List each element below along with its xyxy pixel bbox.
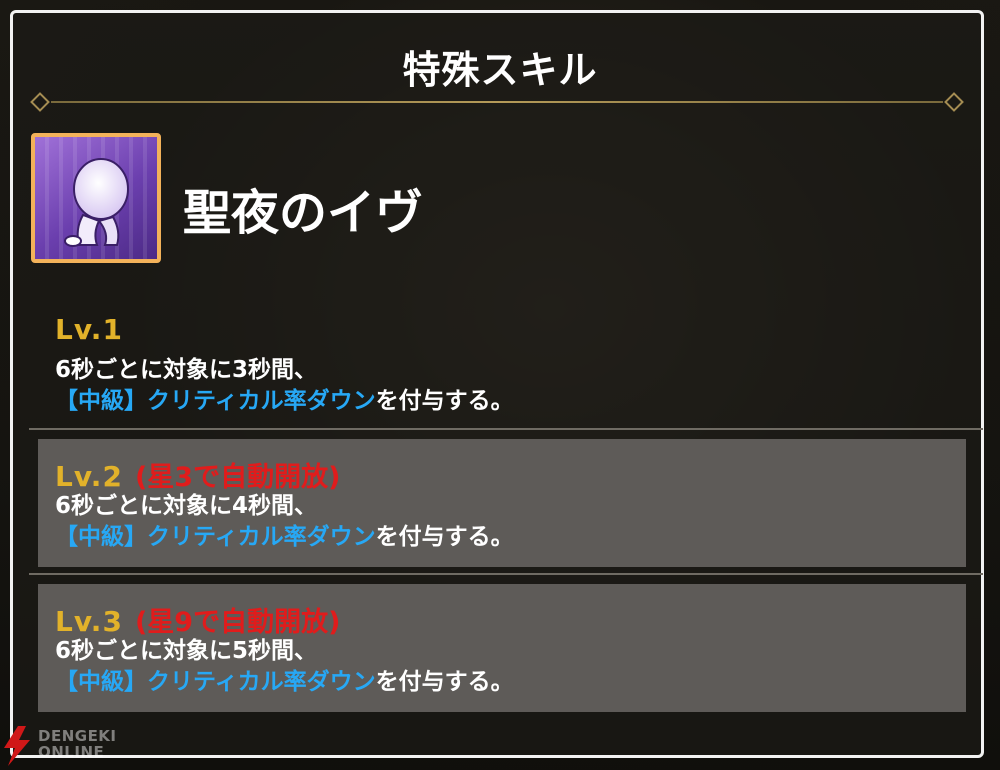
title-divider <box>29 92 965 112</box>
level-effect-line: 【中級】クリティカル率ダウンを付与する。 <box>55 667 514 698</box>
skill-level-2: Lv.2 (星3で自動開放) 6秒ごとに対象に4秒間、 【中級】クリティカル率ダ… <box>38 439 966 567</box>
level-description: 6秒ごとに対象に5秒間、 <box>55 638 318 664</box>
effect-name: 【中級】クリティカル率ダウン <box>55 669 376 695</box>
level-description: 6秒ごとに対象に3秒間、 <box>55 357 318 383</box>
unlock-condition: (星9で自動開放) <box>134 607 341 638</box>
crouching-figure-icon <box>31 133 161 263</box>
level-effect-line: 【中級】クリティカル率ダウンを付与する。 <box>55 522 514 553</box>
diamond-ornament-icon <box>30 92 50 112</box>
divider-line <box>51 101 943 103</box>
effect-name: 【中級】クリティカル率ダウン <box>55 388 376 414</box>
effect-name: 【中級】クリティカル率ダウン <box>55 524 376 550</box>
effect-suffix: を付与する。 <box>375 524 514 550</box>
level-label: Lv.3 <box>55 605 123 638</box>
figure-graphic <box>64 158 129 247</box>
level-effect-line: 【中級】クリティカル率ダウンを付与する。 <box>55 386 514 417</box>
diamond-ornament-icon <box>944 92 964 112</box>
level-separator <box>29 573 983 575</box>
effect-suffix: を付与する。 <box>375 669 514 695</box>
level-label: Lv.1 <box>55 313 123 346</box>
dialog-title: 特殊スキル <box>402 48 598 92</box>
level-separator <box>29 428 983 430</box>
unlock-condition: (星3で自動開放) <box>134 462 341 493</box>
watermark-text: DENGEKI ONLINE <box>38 727 117 761</box>
lightning-bolt-icon <box>4 726 30 766</box>
special-skill-dialog: 特殊スキル 聖夜のイヴ Lv.1 6秒ごとに対象に3秒間、 【中級】クリティカル… <box>10 10 984 758</box>
level-label: Lv.2 <box>55 460 123 493</box>
skill-level-1: Lv.1 6秒ごとに対象に3秒間、 【中級】クリティカル率ダウンを付与する。 <box>51 313 951 423</box>
publisher-watermark: DENGEKI ONLINE <box>0 726 200 766</box>
effect-suffix: を付与する。 <box>375 388 514 414</box>
level-description: 6秒ごとに対象に4秒間、 <box>55 493 318 519</box>
skill-level-3: Lv.3 (星9で自動開放) 6秒ごとに対象に5秒間、 【中級】クリティカル率ダ… <box>38 584 966 712</box>
skill-name: 聖夜のイヴ <box>183 185 424 241</box>
